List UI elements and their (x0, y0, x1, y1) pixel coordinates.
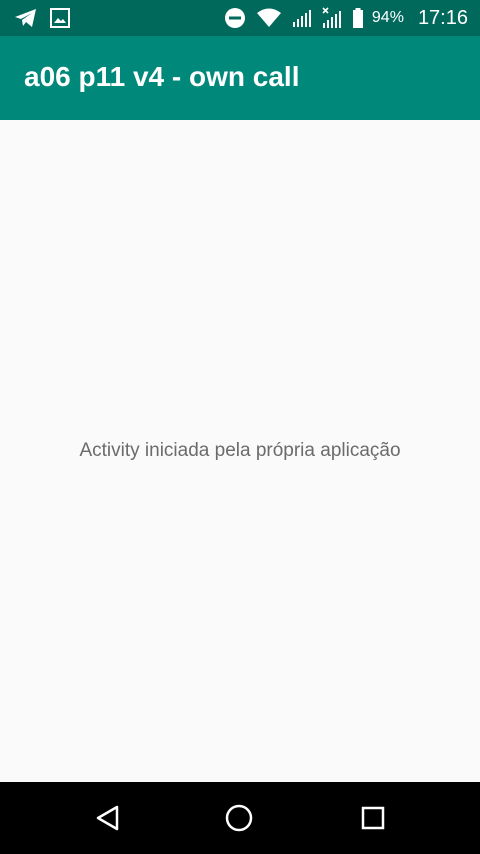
image-icon (50, 8, 70, 28)
clock: 17:16 (417, 6, 468, 29)
battery-icon (352, 8, 364, 28)
main-content: Activity iniciada pela própria aplicação (0, 120, 480, 782)
battery-percent: 94% (371, 9, 404, 26)
wifi-icon (256, 8, 282, 28)
status-bar-right: 94% 17:16 (214, 0, 468, 36)
back-button[interactable] (89, 800, 125, 836)
no-signal-icon (322, 7, 342, 29)
screen: 94% 17:16 a06 p11 v4 - own call Activity… (0, 0, 480, 854)
app-bar: a06 p11 v4 - own call (0, 36, 480, 120)
telegram-icon (14, 8, 38, 28)
home-button[interactable] (221, 800, 257, 836)
activity-message: Activity iniciada pela própria aplicação (79, 440, 401, 461)
app-title: a06 p11 v4 - own call (24, 61, 300, 92)
status-bar: 94% 17:16 (0, 0, 480, 36)
navigation-bar (0, 782, 480, 854)
signal-icon (292, 8, 312, 28)
do-not-disturb-icon (224, 7, 246, 29)
back-icon (96, 805, 119, 831)
recents-button[interactable] (355, 800, 391, 836)
home-icon (225, 804, 253, 832)
status-bar-left (14, 6, 82, 30)
recents-icon (361, 806, 385, 830)
